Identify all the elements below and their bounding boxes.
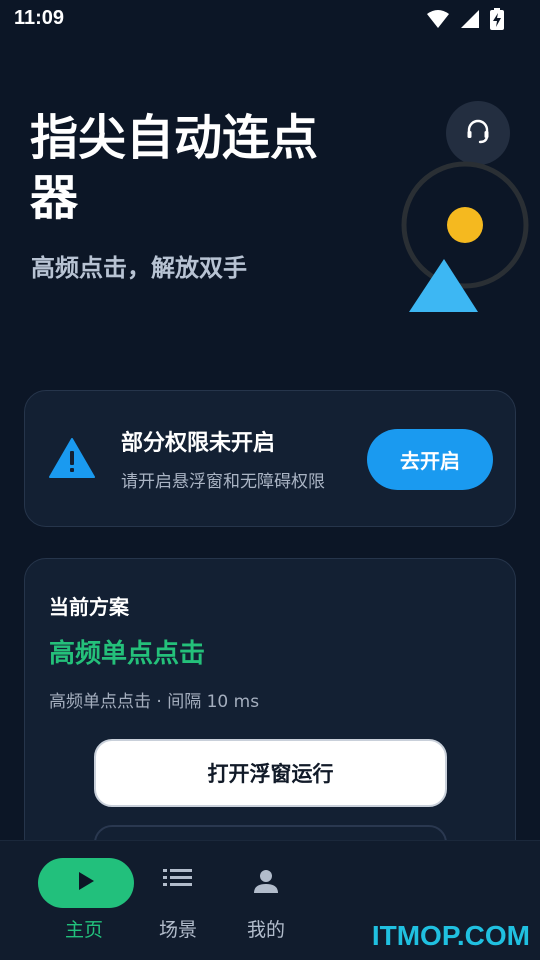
decor-sun [447, 207, 483, 243]
nav-item-home[interactable]: 主页 [0, 841, 180, 960]
status-icons [426, 8, 504, 30]
permission-card: 部分权限未开启 请开启悬浮窗和无障碍权限 去开启 [24, 390, 516, 527]
plan-detail: 高频单点点击 · 间隔 10 ms [49, 692, 260, 712]
hero-illustration [401, 161, 529, 312]
enable-permission-button[interactable]: 去开启 [367, 429, 493, 490]
permission-description: 请开启悬浮窗和无障碍权限 [121, 472, 325, 492]
status-bar: 11:09 [0, 0, 540, 40]
permission-title: 部分权限未开启 [121, 431, 276, 456]
signal-icon [460, 9, 480, 29]
warning-icon [49, 437, 95, 483]
person-icon [252, 867, 280, 899]
headset-icon [464, 117, 492, 149]
open-float-window-button[interactable]: 打开浮窗运行 [94, 739, 447, 807]
app-screen: 11:09 指尖自动连点器 高频点击，解放双手 部分权限未开启 请开启悬浮窗和无… [0, 0, 540, 960]
watermark: ITMOP.COM [371, 920, 530, 951]
battery-charging-icon [490, 8, 504, 30]
customer-service-button[interactable] [446, 101, 510, 165]
plan-name: 高频单点点击 [49, 639, 206, 669]
plan-heading: 当前方案 [49, 595, 129, 619]
nav-label-mine: 我的 [246, 919, 285, 941]
app-subtitle: 高频点击，解放双手 [31, 254, 247, 282]
status-time: 11:09 [14, 7, 65, 29]
app-title: 指尖自动连点器 [30, 110, 319, 226]
wifi-icon [426, 9, 450, 29]
nav-item-scene[interactable]: 场景 [159, 841, 360, 960]
